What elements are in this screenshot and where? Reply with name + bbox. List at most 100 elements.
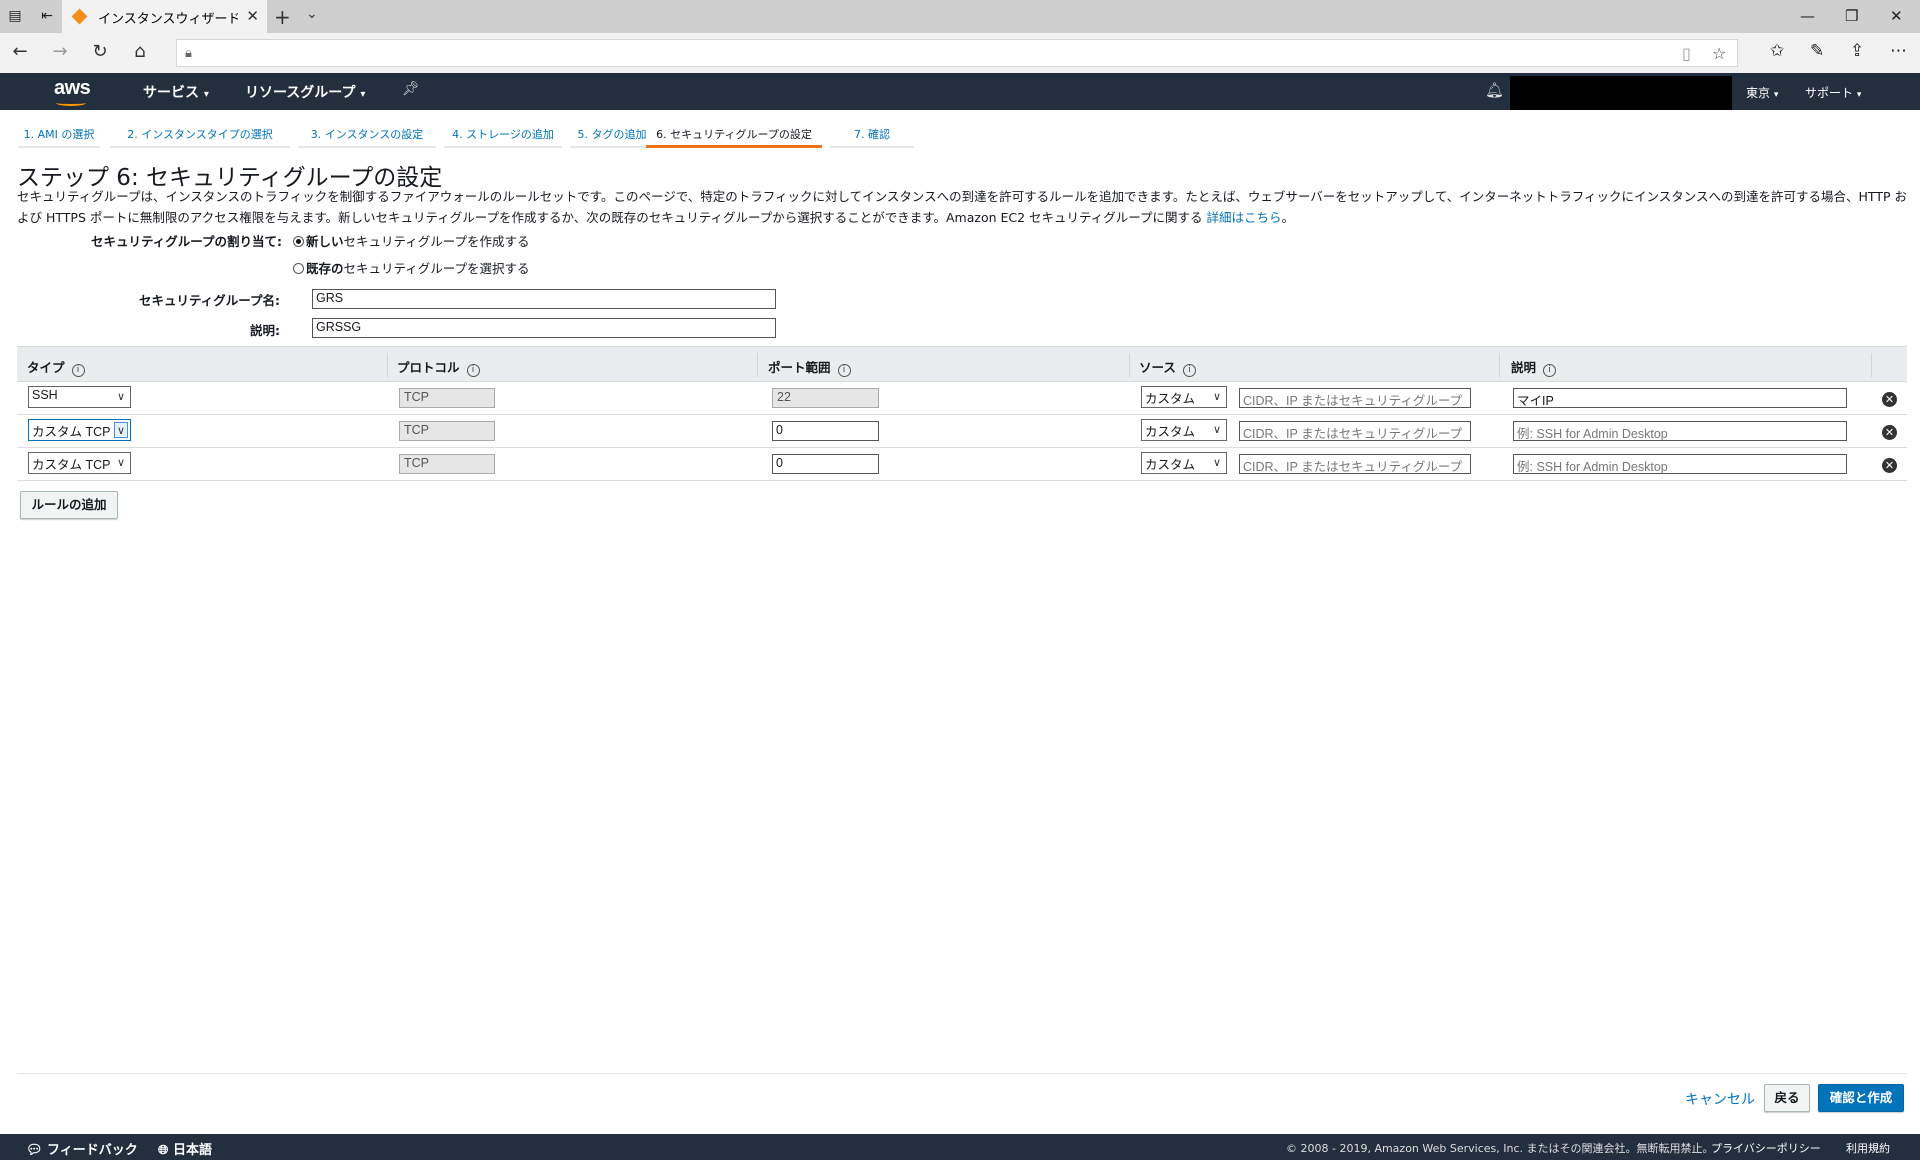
- region-menu[interactable]: 東京 ▾: [1746, 84, 1778, 101]
- col-divider: [1871, 353, 1872, 377]
- info-icon[interactable]: i: [466, 364, 480, 377]
- chevron-down-icon[interactable]: ∨: [1210, 389, 1224, 405]
- source-type-select[interactable]: カスタム ∨: [1141, 452, 1227, 474]
- review-and-launch-button[interactable]: 確認と作成: [1818, 1084, 1904, 1112]
- info-icon[interactable]: i: [1543, 364, 1557, 377]
- restore-icon[interactable]: ❐: [1845, 7, 1858, 25]
- browser-tab-active[interactable]: インスタンスウィザードを起動 ✕: [62, 0, 267, 33]
- port-range-input[interactable]: 0: [772, 421, 879, 441]
- col-protocol: プロトコル i: [397, 357, 480, 377]
- share-icon[interactable]: ⇪: [1850, 41, 1864, 61]
- set-aside-tabs-icon[interactable]: ⇤: [38, 8, 56, 24]
- step-tags[interactable]: 5. タグの追加: [570, 120, 654, 148]
- group-desc-label: 説明:: [250, 323, 280, 338]
- rule-description-input[interactable]: マイIP: [1513, 388, 1847, 408]
- browser-address-bar: ← → ↻ ⌂ 🔒︎ ▯ ☆ ✩ ✎ ⇪ ⋯: [0, 33, 1920, 73]
- support-menu[interactable]: サポート ▾: [1805, 84, 1861, 101]
- step-security-group[interactable]: 6. セキュリティグループの設定: [646, 120, 822, 148]
- col-divider: [1129, 353, 1130, 377]
- remove-rule-icon[interactable]: ✕: [1882, 458, 1897, 473]
- rules-table-header: タイプ i プロトコル i ポート範囲 i ソース i 説明 i: [17, 346, 1907, 382]
- chevron-down-icon[interactable]: ∨: [1210, 455, 1224, 471]
- lock-icon: 🔒︎: [185, 46, 192, 61]
- bottom-divider: [17, 1073, 1907, 1074]
- learn-more-link[interactable]: 詳細はこちら: [1207, 210, 1282, 225]
- terms-link[interactable]: 利用規約: [1846, 1140, 1890, 1156]
- bell-icon[interactable]: 🔔︎: [1485, 81, 1504, 99]
- type-select[interactable]: SSH ∨: [28, 386, 131, 408]
- speech-bubble-icon: 💬︎: [26, 1143, 43, 1158]
- source-input[interactable]: CIDR、IP またはセキュリティグループ: [1239, 388, 1471, 408]
- forward-arrow-icon[interactable]: →: [48, 42, 72, 62]
- group-name-label: セキュリティグループ名:: [139, 293, 280, 308]
- chevron-down-icon[interactable]: ∨: [114, 389, 128, 405]
- url-input[interactable]: 🔒︎ ▯ ☆: [176, 39, 1738, 67]
- port-range-field: 22: [772, 388, 879, 408]
- group-name-input[interactable]: GRS: [312, 289, 776, 309]
- browser-tab-bar: ▤ ⇤ インスタンスウィザードを起動 ✕ + ⌄ — ❐ ✕: [0, 0, 1920, 33]
- source-input[interactable]: CIDR、IP またはセキュリティグループ: [1239, 421, 1471, 441]
- language-selector[interactable]: 🌐︎ 日本語: [158, 1139, 212, 1158]
- assign-label: セキュリティグループの割り当て:: [91, 234, 282, 249]
- port-range-input[interactable]: 0: [772, 454, 879, 474]
- tab-close-icon[interactable]: ✕: [246, 7, 259, 25]
- close-window-icon[interactable]: ✕: [1890, 7, 1903, 25]
- radio-selected-icon[interactable]: [293, 236, 304, 247]
- info-icon[interactable]: i: [1182, 364, 1196, 377]
- radio-new-group[interactable]: 新しいセキュリティグループを作成する: [293, 231, 530, 250]
- col-divider: [757, 353, 758, 377]
- rule-description-input[interactable]: 例: SSH for Admin Desktop: [1513, 454, 1847, 474]
- step-storage[interactable]: 4. ストレージの追加: [444, 120, 562, 148]
- step-instance-type[interactable]: 2. インスタンスタイプの選択: [110, 120, 290, 148]
- info-icon[interactable]: i: [71, 364, 85, 377]
- col-divider: [387, 353, 388, 377]
- add-rule-button[interactable]: ルールの追加: [20, 491, 118, 519]
- browser-tab-title: インスタンスウィザードを起動: [98, 12, 238, 27]
- type-select[interactable]: カスタム TCP ∨: [28, 452, 131, 474]
- source-type-select[interactable]: カスタム ∨: [1141, 419, 1227, 441]
- protocol-field: TCP: [399, 421, 495, 441]
- remove-rule-icon[interactable]: ✕: [1882, 392, 1897, 407]
- step-ami[interactable]: 1. AMI の選択: [18, 120, 100, 148]
- account-redacted: [1510, 76, 1732, 110]
- chevron-down-icon[interactable]: ∨: [114, 455, 128, 471]
- back-button[interactable]: 戻る: [1764, 1084, 1810, 1112]
- copyright-text: © 2008 - 2019, Amazon Web Services, Inc.…: [1286, 1142, 1714, 1155]
- col-type: タイプ i: [27, 357, 85, 377]
- step-instance-config[interactable]: 3. インスタンスの設定: [298, 120, 436, 148]
- more-options-icon[interactable]: ⋯: [1890, 41, 1907, 61]
- step-review[interactable]: 7. 確認: [830, 120, 914, 148]
- favorites-hub-icon[interactable]: ✩: [1770, 41, 1784, 61]
- services-menu[interactable]: サービス ▾: [143, 82, 209, 102]
- home-icon[interactable]: ⌂: [128, 42, 152, 62]
- radio-existing-group[interactable]: 既存のセキュリティグループを選択する: [293, 258, 530, 277]
- web-note-icon[interactable]: ✎: [1810, 41, 1824, 61]
- minimize-icon[interactable]: —: [1800, 7, 1815, 25]
- remove-rule-icon[interactable]: ✕: [1882, 425, 1897, 440]
- tab-manager-icon[interactable]: ▤: [6, 8, 24, 24]
- chevron-down-icon[interactable]: ∨: [114, 422, 128, 438]
- resource-groups-menu[interactable]: リソースグループ ▾: [245, 82, 365, 102]
- feedback-link[interactable]: 💬︎ フィードバック: [26, 1139, 138, 1158]
- info-icon[interactable]: i: [837, 364, 851, 377]
- reading-view-icon[interactable]: ▯: [1682, 44, 1691, 63]
- new-tab-icon[interactable]: +: [274, 5, 291, 29]
- table-row: SSH ∨ TCP 22 カスタム ∨ CIDR、IP またはセキュリティグループ …: [17, 382, 1907, 415]
- source-input[interactable]: CIDR、IP またはセキュリティグループ: [1239, 454, 1471, 474]
- radio-unselected-icon[interactable]: [293, 263, 304, 274]
- col-source: ソース i: [1139, 357, 1196, 377]
- globe-icon: 🌐︎: [158, 1143, 169, 1158]
- type-select[interactable]: カスタム TCP ∨: [28, 419, 131, 441]
- rule-description-input[interactable]: 例: SSH for Admin Desktop: [1513, 421, 1847, 441]
- privacy-policy-link[interactable]: プライバシーポリシー: [1711, 1140, 1821, 1156]
- chevron-down-icon[interactable]: ⌄: [306, 6, 318, 22]
- pin-icon[interactable]: 📌︎: [402, 81, 420, 97]
- favorite-star-icon[interactable]: ☆: [1712, 44, 1726, 63]
- chevron-down-icon[interactable]: ∨: [1210, 422, 1224, 438]
- group-desc-input[interactable]: GRSSG: [312, 318, 776, 338]
- refresh-icon[interactable]: ↻: [88, 42, 112, 62]
- back-arrow-icon[interactable]: ←: [8, 42, 32, 62]
- cancel-link[interactable]: キャンセル: [1685, 1089, 1755, 1109]
- aws-logo[interactable]: aws: [54, 77, 91, 100]
- source-type-select[interactable]: カスタム ∨: [1141, 386, 1227, 408]
